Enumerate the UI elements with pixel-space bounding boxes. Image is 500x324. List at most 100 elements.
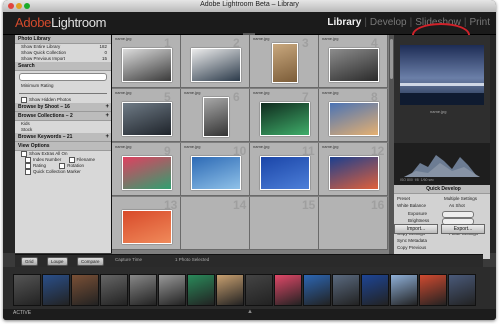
cell-filename: name.jpg (184, 144, 201, 149)
module-picker: Library | Develop | Slideshow | Print (327, 17, 490, 28)
expand-filmstrip-icon[interactable]: ▲ (247, 309, 253, 315)
filmstrip-label: ACTIVE (13, 310, 32, 316)
thumbnail-grid: 1 name.jpg 2 3 name.jpg 4 name.jpg 5 name.jpg 6 na… (112, 35, 389, 254)
preset-select[interactable]: Multiple Settings (444, 196, 477, 201)
filmstrip-thumbnail[interactable] (216, 274, 244, 306)
module-separator: | (364, 17, 367, 28)
filmstrip-thumbnail[interactable] (332, 274, 360, 306)
brightness-label: Brightness (408, 218, 430, 223)
grid-cell[interactable]: 15 (250, 197, 319, 250)
filmstrip-thumbnail[interactable] (361, 274, 389, 306)
cell-filename: name.jpg (322, 144, 339, 149)
browse-collections-header[interactable]: Browse Collections – 2 + (15, 112, 111, 121)
grid-cell[interactable]: 8 name.jpg (319, 89, 388, 142)
add-icon[interactable]: + (105, 112, 109, 120)
compare-view-button[interactable]: Compare (77, 257, 104, 266)
cell-filename: name.jpg (115, 144, 132, 149)
add-icon[interactable]: + (105, 133, 109, 141)
filmstrip-thumbnail[interactable] (100, 274, 128, 306)
photo-thumbnail[interactable] (329, 48, 379, 82)
photo-library-header[interactable]: Photo Library (15, 35, 111, 44)
module-library[interactable]: Library (327, 17, 361, 28)
browse-by-shoot-header[interactable]: Browse by Shoot – 16 + (15, 103, 111, 112)
view-options-header[interactable]: View Options (15, 142, 111, 151)
copy-previous-button[interactable]: Copy Previous (397, 245, 426, 250)
add-icon[interactable]: + (105, 103, 109, 111)
photo-thumbnail[interactable] (203, 97, 229, 137)
photo-thumbnail[interactable] (260, 156, 310, 190)
sync-metadata-button[interactable]: Sync Metadata (397, 238, 427, 243)
filmstrip-thumbnail[interactable] (245, 274, 273, 306)
module-develop[interactable]: Develop (370, 17, 407, 28)
module-print[interactable]: Print (469, 17, 490, 28)
filmstrip-thumbnail[interactable] (13, 274, 41, 306)
photo-thumbnail[interactable] (329, 156, 379, 190)
browse-keywords-header[interactable]: Browse Keywords – 21 + (15, 133, 111, 142)
cell-filename: name.jpg (253, 90, 270, 95)
photo-thumbnail[interactable] (122, 102, 172, 136)
grid-cell[interactable]: 12 name.jpg (319, 143, 388, 196)
filmstrip-thumbnail[interactable] (158, 274, 186, 306)
grid-cell[interactable]: 11 name.jpg (250, 143, 319, 196)
scroll-thumb[interactable] (390, 39, 393, 79)
histogram: ISO 800 f/8 1/60 sec (394, 143, 490, 185)
white-balance-select[interactable]: As Shot (449, 203, 465, 208)
grid-cell[interactable]: 4 name.jpg (319, 35, 388, 88)
left-panel: Photo Library Show Entire Library 182 Sho… (15, 35, 112, 253)
navigator-preview[interactable]: name.jpg (394, 35, 490, 143)
grid-cell[interactable]: 9 name.jpg (112, 143, 181, 196)
grid-cell[interactable]: 6 name.jpg (181, 89, 250, 142)
grid-view-button[interactable]: Grid (21, 257, 38, 266)
grid-cell[interactable]: 7 name.jpg (250, 89, 319, 142)
cell-filename: name.jpg (322, 36, 339, 41)
photo-thumbnail[interactable] (272, 43, 298, 83)
filmstrip-thumbnail[interactable] (303, 274, 331, 306)
filmstrip-thumbnail[interactable] (71, 274, 99, 306)
minimum-rating-slider[interactable] (19, 91, 107, 95)
sort-order[interactable]: Capture Time (115, 257, 142, 262)
photo-thumbnail[interactable] (122, 48, 172, 82)
photo-thumbnail[interactable] (122, 156, 172, 190)
exposure-label: Exposure (408, 211, 428, 216)
grid-cell[interactable]: 5 name.jpg (112, 89, 181, 142)
view-option-row: Quick Collection Marker (15, 169, 111, 175)
quick-develop-header[interactable]: Quick Develop (394, 185, 490, 194)
search-header[interactable]: Search (15, 62, 111, 71)
photo-thumbnail[interactable] (329, 102, 379, 136)
filmstrip-thumbnail[interactable] (448, 274, 476, 306)
export-button[interactable]: Export... (441, 224, 485, 234)
filmstrip-thumbnail[interactable] (419, 274, 447, 306)
filmstrip-thumbnail[interactable] (129, 274, 157, 306)
grid-cell[interactable]: 14 (181, 197, 250, 250)
brand-adobe: Adobe (15, 15, 52, 30)
grid-cell[interactable]: 3 name.jpg (250, 35, 319, 88)
brand-name: Lightroom (51, 15, 107, 30)
exposure-buttons[interactable] (442, 211, 474, 218)
search-input[interactable] (19, 73, 107, 81)
cell-filename: name.jpg (322, 90, 339, 95)
quick-collection-checkbox[interactable] (25, 169, 31, 175)
filmstrip-thumbnail[interactable] (42, 274, 70, 306)
app-window: Adobe Lightroom Beta – Library AdobeLigh… (3, 0, 496, 320)
filmstrip-thumbnail[interactable] (187, 274, 215, 306)
minimum-rating-label: Minimum Rating (21, 83, 54, 88)
grid-cell[interactable]: 16 (319, 197, 388, 250)
grid-cell[interactable]: 10 name.jpg (181, 143, 250, 196)
photo-thumbnail[interactable] (191, 48, 241, 82)
filmstrip (3, 267, 496, 309)
filmstrip-thumbnail[interactable] (390, 274, 418, 306)
cell-index-number: 16 (371, 198, 385, 212)
photo-thumbnail[interactable] (260, 102, 310, 136)
loupe-view-button[interactable]: Loupe (47, 257, 68, 266)
cell-index-number: 3 (302, 36, 309, 50)
photo-thumbnail[interactable] (122, 210, 172, 244)
photo-thumbnail[interactable] (191, 156, 241, 190)
grid-cell[interactable]: 1 name.jpg (112, 35, 181, 88)
grid-cell[interactable]: 2 (181, 35, 250, 88)
left-panel-edge (3, 35, 15, 253)
filmstrip-thumbnail[interactable] (274, 274, 302, 306)
grid-cell[interactable]: 13 (112, 197, 181, 250)
bottom-bar: ACTIVE ▲ (3, 309, 496, 320)
import-button[interactable]: Import... (394, 224, 438, 234)
module-separator: | (409, 17, 413, 28)
